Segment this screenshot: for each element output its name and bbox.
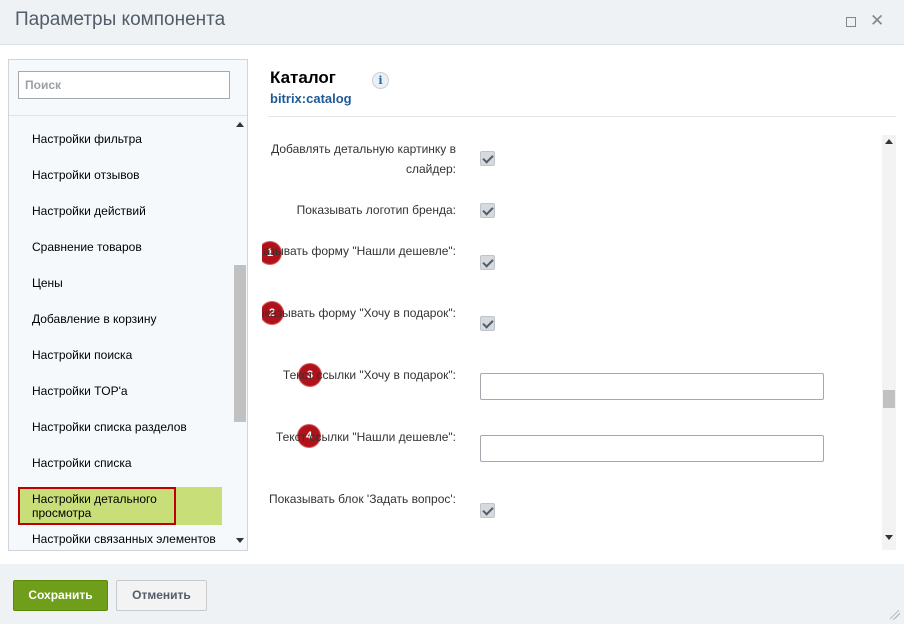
properties-scrollbar[interactable] bbox=[882, 135, 896, 550]
sidebar-item-review-settings[interactable]: Настройки отзывов bbox=[19, 156, 221, 192]
input-found-cheaper-link-text[interactable] bbox=[480, 435, 824, 462]
sidebar-item-add-to-cart[interactable]: Добавление в корзину bbox=[19, 300, 221, 336]
sidebar-item-prices[interactable]: Цены bbox=[19, 264, 221, 300]
main-panel: Каталог i bitrix:catalog Добавлять детал… bbox=[262, 45, 904, 565]
info-icon[interactable]: i bbox=[372, 72, 389, 89]
checkbox-detail-picture-slider[interactable] bbox=[480, 151, 495, 166]
dialog-title: Параметры компонента bbox=[15, 9, 226, 30]
sidebar-item-action-settings[interactable]: Настройки действий bbox=[19, 192, 221, 228]
sidebar-divider bbox=[9, 115, 247, 116]
sidebar-item-detail-view[interactable]: Настройки детального просмотра bbox=[18, 487, 222, 525]
sidebar-scrollbar[interactable] bbox=[233, 120, 247, 550]
sidebar-item-label: Настройки детального просмотра bbox=[32, 492, 157, 520]
search-input[interactable] bbox=[18, 71, 230, 99]
active-item-highlight bbox=[176, 487, 222, 525]
checkbox-gift-form[interactable] bbox=[480, 316, 495, 331]
prop-label-gift-form: Показывать форму "Хочу в подарок": bbox=[262, 306, 456, 320]
sidebar: Настройки фильтра Настройки отзывов Наст… bbox=[8, 59, 248, 551]
prop-label-detail-picture-slider: Добавлять детальную картинку в слайдер: bbox=[271, 142, 456, 176]
sidebar-item-related-elements[interactable]: Настройки связанных элементов bbox=[19, 528, 221, 550]
input-gift-link-text[interactable] bbox=[480, 373, 824, 400]
prop-label-gift-link-text: Текст ссылки "Хочу в подарок": bbox=[282, 368, 456, 382]
component-code: bitrix:catalog bbox=[270, 91, 352, 106]
maximize-icon[interactable] bbox=[843, 14, 857, 28]
sidebar-item-filter-settings[interactable]: Настройки фильтра bbox=[19, 120, 221, 156]
close-icon[interactable]: ✕ bbox=[870, 12, 884, 29]
sidebar-item-search-settings[interactable]: Настройки поиска bbox=[19, 336, 221, 372]
sidebar-item-top-settings[interactable]: Настройки TOP'а bbox=[19, 372, 221, 408]
dialog-content: Настройки фильтра Настройки отзывов Наст… bbox=[0, 44, 904, 564]
scrollbar-thumb[interactable] bbox=[234, 265, 246, 422]
dialog-titlebar: Параметры компонента ✕ bbox=[0, 0, 904, 44]
scroll-down-icon[interactable] bbox=[236, 538, 244, 543]
sidebar-item-section-list[interactable]: Настройки списка разделов bbox=[19, 408, 221, 444]
checkbox-brand-logo[interactable] bbox=[480, 203, 495, 218]
scroll-up-icon[interactable] bbox=[885, 139, 893, 144]
resize-handle-icon[interactable] bbox=[890, 610, 900, 620]
properties-list: Добавлять детальную картинку в слайдер: … bbox=[262, 135, 882, 550]
sidebar-item-compare[interactable]: Сравнение товаров bbox=[19, 228, 221, 264]
scroll-up-icon[interactable] bbox=[236, 122, 244, 127]
scroll-down-icon[interactable] bbox=[885, 535, 893, 540]
save-button[interactable]: Сохранить bbox=[13, 580, 108, 611]
prop-label-found-cheaper-form: Показывать форму "Нашли дешевле": bbox=[262, 244, 456, 258]
prop-label-ask-question-block: Показывать блок 'Задать вопрос': bbox=[268, 492, 456, 506]
checkbox-found-cheaper-form[interactable] bbox=[480, 255, 495, 270]
checkbox-ask-question-block[interactable] bbox=[480, 503, 495, 518]
sidebar-item-list-settings[interactable]: Настройки списка bbox=[19, 444, 221, 480]
header-divider bbox=[268, 116, 896, 117]
cancel-button[interactable]: Отменить bbox=[116, 580, 207, 611]
prop-label-brand-logo: Показывать логотип бренда: bbox=[296, 203, 456, 217]
prop-label-found-cheaper-link-text: Текст ссылки "Нашли дешевле": bbox=[275, 430, 456, 444]
dialog-footer: Сохранить Отменить bbox=[0, 565, 904, 624]
scrollbar-thumb[interactable] bbox=[883, 390, 895, 408]
section-title: Каталог bbox=[270, 68, 336, 87]
